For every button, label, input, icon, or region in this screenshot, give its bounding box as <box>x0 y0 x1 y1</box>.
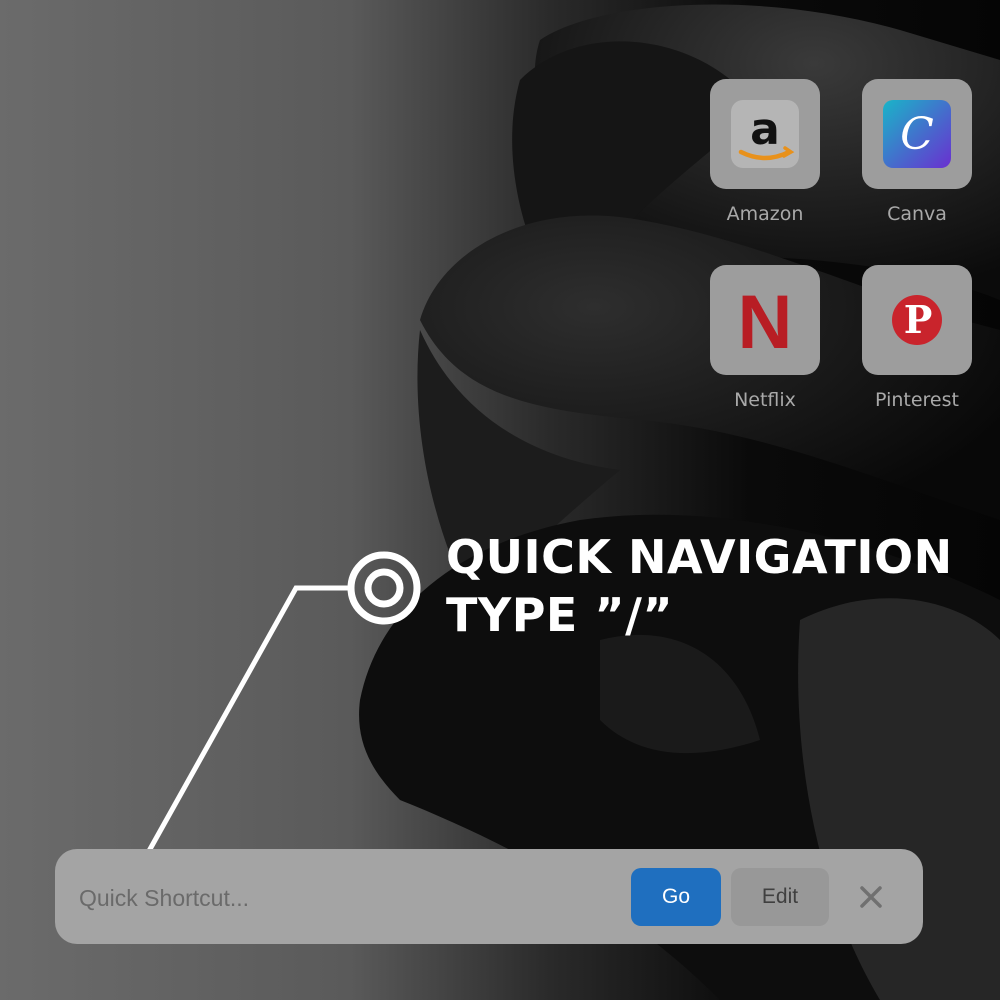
go-button[interactable]: Go <box>631 868 721 926</box>
callout-line-2: TYPE ”/” <box>446 588 674 642</box>
callout-line-1: QUICK NAVIGATION <box>446 530 953 584</box>
callout-headline: QUICK NAVIGATION TYPE ”/” <box>446 528 953 644</box>
target-icon <box>347 551 421 625</box>
quick-shortcut-bar: Go Edit <box>55 849 923 944</box>
close-icon[interactable] <box>851 877 891 917</box>
quick-shortcut-input[interactable] <box>77 877 611 919</box>
edit-button[interactable]: Edit <box>731 868 829 926</box>
